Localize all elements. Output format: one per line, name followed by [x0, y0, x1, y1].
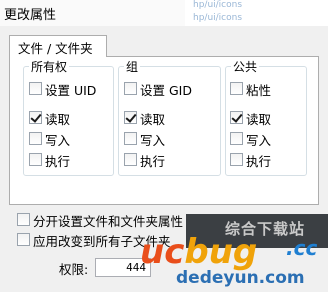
group-write-label: 写入 — [140, 133, 166, 148]
public-read-checkbox[interactable] — [230, 111, 243, 124]
group-exec-label: 执行 — [140, 154, 166, 169]
separate-attributes-label: 分开设置文件和文件夹属性 — [33, 214, 184, 229]
group-title: 组 — [124, 58, 141, 75]
background-ghost-text: hp/ui/icons — [193, 0, 243, 10]
permission-label: 权限: — [59, 262, 89, 277]
sticky-checkbox[interactable] — [230, 82, 243, 95]
group-title: 公共 — [231, 58, 260, 75]
tab-label: 文件 / 文件夹 — [18, 41, 93, 56]
setuid-label: 设置 UID — [45, 83, 97, 98]
tab-file-folder[interactable]: 文件 / 文件夹 — [9, 35, 107, 57]
owner-read-checkbox[interactable] — [29, 111, 42, 124]
apply-recursive-checkbox[interactable] — [17, 233, 30, 246]
group-write-checkbox[interactable] — [124, 132, 137, 145]
window-title: 更改属性 — [4, 8, 57, 23]
group-exec-checkbox[interactable] — [124, 153, 137, 166]
watermark-logo-bug: bug — [184, 232, 258, 272]
setgid-checkbox[interactable] — [124, 82, 137, 95]
title-bar: 更改属性 hp/ui/icons hp/ui/icons — [0, 0, 328, 26]
watermark-logo: ucbug — [140, 232, 257, 272]
sticky-label: 粘性 — [246, 83, 272, 98]
owner-exec-checkbox[interactable] — [29, 153, 42, 166]
setgid-label: 设置 GID — [140, 83, 192, 98]
group-title: 所有权 — [29, 58, 70, 75]
public-exec-label: 执行 — [246, 154, 272, 169]
public-read-label: 读取 — [246, 112, 272, 127]
public-write-label: 写入 — [246, 133, 272, 148]
background-ghost-text: hp/ui/icons — [193, 13, 243, 23]
watermark-cc: .cc — [286, 236, 318, 260]
separate-attributes-checkbox[interactable] — [17, 213, 30, 226]
group-read-label: 读取 — [140, 112, 166, 127]
background-window-strip: hp/ui/icons hp/ui/icons — [185, 0, 328, 26]
public-exec-checkbox[interactable] — [230, 153, 243, 166]
watermark-domain: dedeyun.com — [176, 268, 305, 288]
public-write-checkbox[interactable] — [230, 132, 243, 145]
watermark-logo-uc: uc — [140, 232, 185, 272]
group-read-checkbox[interactable] — [124, 111, 137, 124]
setuid-checkbox[interactable] — [29, 82, 42, 95]
owner-write-label: 写入 — [45, 133, 71, 148]
owner-read-label: 读取 — [45, 112, 71, 127]
owner-exec-label: 执行 — [45, 154, 71, 169]
owner-write-checkbox[interactable] — [29, 132, 42, 145]
